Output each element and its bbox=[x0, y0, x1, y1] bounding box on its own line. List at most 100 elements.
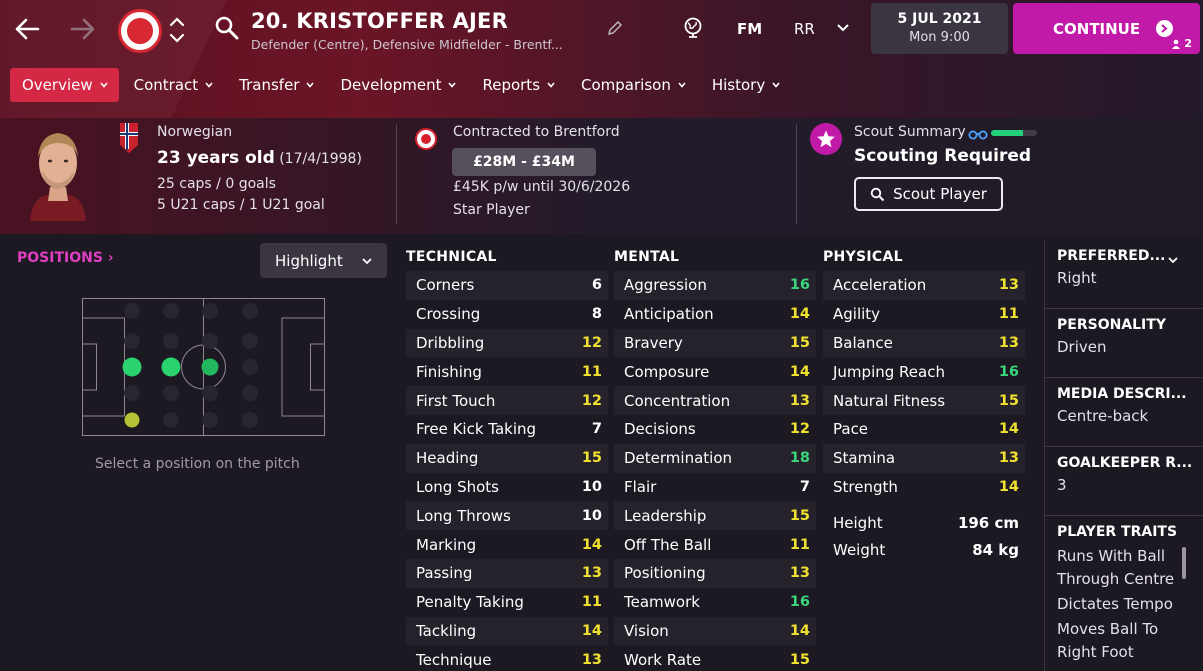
attribute-name: Strength bbox=[833, 477, 898, 496]
date-of-birth: (17/4/1998) bbox=[279, 151, 362, 167]
globe-icon[interactable] bbox=[682, 16, 704, 38]
forward-arrow-icon[interactable] bbox=[66, 12, 100, 46]
attribute-row[interactable]: Heading 15 bbox=[406, 443, 608, 473]
attribute-row[interactable]: Off The Ball 11 bbox=[614, 530, 816, 559]
attribute-name: Natural Fitness bbox=[833, 391, 946, 410]
switch-player-icon[interactable] bbox=[168, 14, 186, 46]
pencil-icon[interactable] bbox=[606, 19, 624, 37]
attribute-row[interactable]: Crossing 8 bbox=[406, 300, 608, 329]
attribute-value: 13 bbox=[581, 651, 602, 668]
attribute-row[interactable]: Determination 18 bbox=[614, 443, 816, 473]
attribute-value: 13 bbox=[998, 277, 1019, 294]
attribute-row[interactable]: Decisions 12 bbox=[614, 415, 816, 444]
attribute-name: Heading bbox=[416, 449, 479, 468]
attribute-row[interactable]: Teamwork 16 bbox=[614, 588, 816, 617]
attribute-value: 11 bbox=[581, 594, 602, 611]
scrollbar[interactable] bbox=[1182, 547, 1186, 579]
attribute-row[interactable]: Free Kick Taking 7 bbox=[406, 415, 608, 444]
caps: 25 caps / 0 goals bbox=[157, 176, 276, 192]
chevron-down-icon[interactable] bbox=[1167, 255, 1179, 265]
attribute-row[interactable]: Technique 13 bbox=[406, 645, 608, 671]
norway-flag-icon[interactable] bbox=[120, 123, 138, 153]
attribute-row[interactable]: Long Shots 10 bbox=[406, 473, 608, 502]
highlight-label: Highlight bbox=[275, 251, 343, 270]
attribute-row[interactable]: Agility 11 bbox=[823, 300, 1025, 329]
attribute-row[interactable]: Acceleration 13 bbox=[823, 271, 1025, 300]
back-arrow-icon[interactable] bbox=[10, 12, 44, 46]
attribute-row[interactable]: Flair 7 bbox=[614, 473, 816, 502]
player-summary: Norwegian 23 years old (17/4/1998) 25 ca… bbox=[0, 118, 1203, 234]
attribute-row[interactable]: Strength 14 bbox=[823, 473, 1025, 502]
attribute-row[interactable]: Finishing 11 bbox=[406, 357, 608, 386]
attribute-value: 11 bbox=[998, 306, 1019, 323]
attribute-row[interactable]: Stamina 13 bbox=[823, 443, 1025, 473]
positions-link[interactable]: POSITIONS › bbox=[17, 250, 114, 266]
attribute-row[interactable]: First Touch 12 bbox=[406, 386, 608, 415]
club-badge-icon[interactable] bbox=[415, 128, 437, 150]
time-text: Mon 9:00 bbox=[909, 30, 970, 45]
attribute-row[interactable]: Marking 14 bbox=[406, 530, 608, 559]
highlight-dropdown[interactable]: Highlight bbox=[260, 243, 387, 278]
attribute-row[interactable]: Work Rate 15 bbox=[614, 645, 816, 671]
attribute-row[interactable]: Composure 14 bbox=[614, 357, 816, 386]
attribute-row[interactable]: Aggression 16 bbox=[614, 271, 816, 300]
position-dm[interactable] bbox=[161, 357, 181, 377]
attribute-row[interactable]: Jumping Reach 16 bbox=[823, 357, 1025, 386]
attribute-row[interactable]: Long Throws 10 bbox=[406, 501, 608, 531]
tab-history[interactable]: History bbox=[700, 68, 791, 102]
chevron-down-icon bbox=[362, 257, 372, 264]
attribute-name: Flair bbox=[624, 477, 657, 496]
club-crest-icon[interactable] bbox=[118, 9, 162, 53]
date-display[interactable]: 5 JUL 2021 Mon 9:00 bbox=[871, 3, 1008, 54]
attribute-row[interactable]: Vision 14 bbox=[614, 616, 816, 646]
manager-initials[interactable]: RR bbox=[794, 20, 815, 38]
positions-label: POSITIONS bbox=[17, 250, 103, 266]
scout-player-button[interactable]: Scout Player bbox=[854, 177, 1003, 211]
continue-button[interactable]: CONTINUE 2 bbox=[1013, 3, 1200, 54]
attribute-name: Jumping Reach bbox=[833, 362, 945, 381]
tab-transfer[interactable]: Transfer bbox=[227, 68, 325, 102]
attribute-row[interactable]: Penalty Taking 11 bbox=[406, 588, 608, 617]
weight-row: Weight 84 kg bbox=[823, 536, 1025, 563]
attribute-row[interactable]: Balance 13 bbox=[823, 328, 1025, 358]
tab-development[interactable]: Development bbox=[328, 68, 467, 102]
tab-reports[interactable]: Reports bbox=[470, 68, 566, 102]
tab-contract[interactable]: Contract bbox=[122, 68, 225, 102]
preferred-foot-block[interactable]: PREFERRED... Right bbox=[1045, 240, 1203, 308]
attribute-name: Finishing bbox=[416, 362, 482, 381]
search-icon[interactable] bbox=[214, 15, 240, 41]
height-row: Height 196 cm bbox=[823, 509, 1025, 536]
attribute-row[interactable]: Leadership 15 bbox=[614, 501, 816, 531]
pitch-map[interactable] bbox=[82, 298, 325, 436]
attribute-value: 14 bbox=[581, 536, 602, 553]
attribute-row[interactable]: Anticipation 14 bbox=[614, 300, 816, 329]
attribute-row[interactable]: Natural Fitness 15 bbox=[823, 386, 1025, 415]
transfer-value[interactable]: £28M - £34M bbox=[452, 148, 596, 176]
attribute-value: 8 bbox=[591, 306, 602, 323]
tab-comparison[interactable]: Comparison bbox=[569, 68, 697, 102]
position-dl[interactable] bbox=[124, 412, 140, 428]
chevron-down-icon[interactable] bbox=[836, 21, 850, 35]
attribute-row[interactable]: Concentration 13 bbox=[614, 386, 816, 415]
fm-menu[interactable]: FM bbox=[737, 20, 762, 38]
top-bar: 20. KRISTOFFER AJER Defender (Centre), D… bbox=[0, 0, 1203, 118]
chevron-down-icon bbox=[448, 82, 457, 88]
attribute-row[interactable]: Corners 6 bbox=[406, 271, 608, 300]
attribute-row[interactable]: Bravery 15 bbox=[614, 328, 816, 358]
position-mc[interactable] bbox=[201, 358, 219, 376]
tab-overview[interactable]: Overview bbox=[10, 68, 119, 102]
mental-rows: Aggression 16 Anticipation 14 Bravery 15 Compo… bbox=[614, 271, 816, 671]
attribute-row[interactable]: Dribbling 12 bbox=[406, 328, 608, 358]
attribute-row[interactable]: Passing 13 bbox=[406, 558, 608, 588]
scout-knowledge-fill bbox=[991, 130, 1024, 136]
attribute-value: 16 bbox=[998, 363, 1019, 380]
attribute-row[interactable]: Tackling 14 bbox=[406, 616, 608, 646]
scout-knowledge-bar bbox=[991, 130, 1037, 136]
attribute-row[interactable]: Pace 14 bbox=[823, 415, 1025, 444]
position-dc[interactable] bbox=[122, 357, 142, 377]
tab-label: Comparison bbox=[581, 76, 671, 94]
attribute-row[interactable]: Positioning 13 bbox=[614, 558, 816, 588]
person-icon bbox=[1172, 39, 1181, 49]
chevron-down-icon bbox=[678, 82, 686, 88]
attribute-name: Decisions bbox=[624, 420, 696, 439]
